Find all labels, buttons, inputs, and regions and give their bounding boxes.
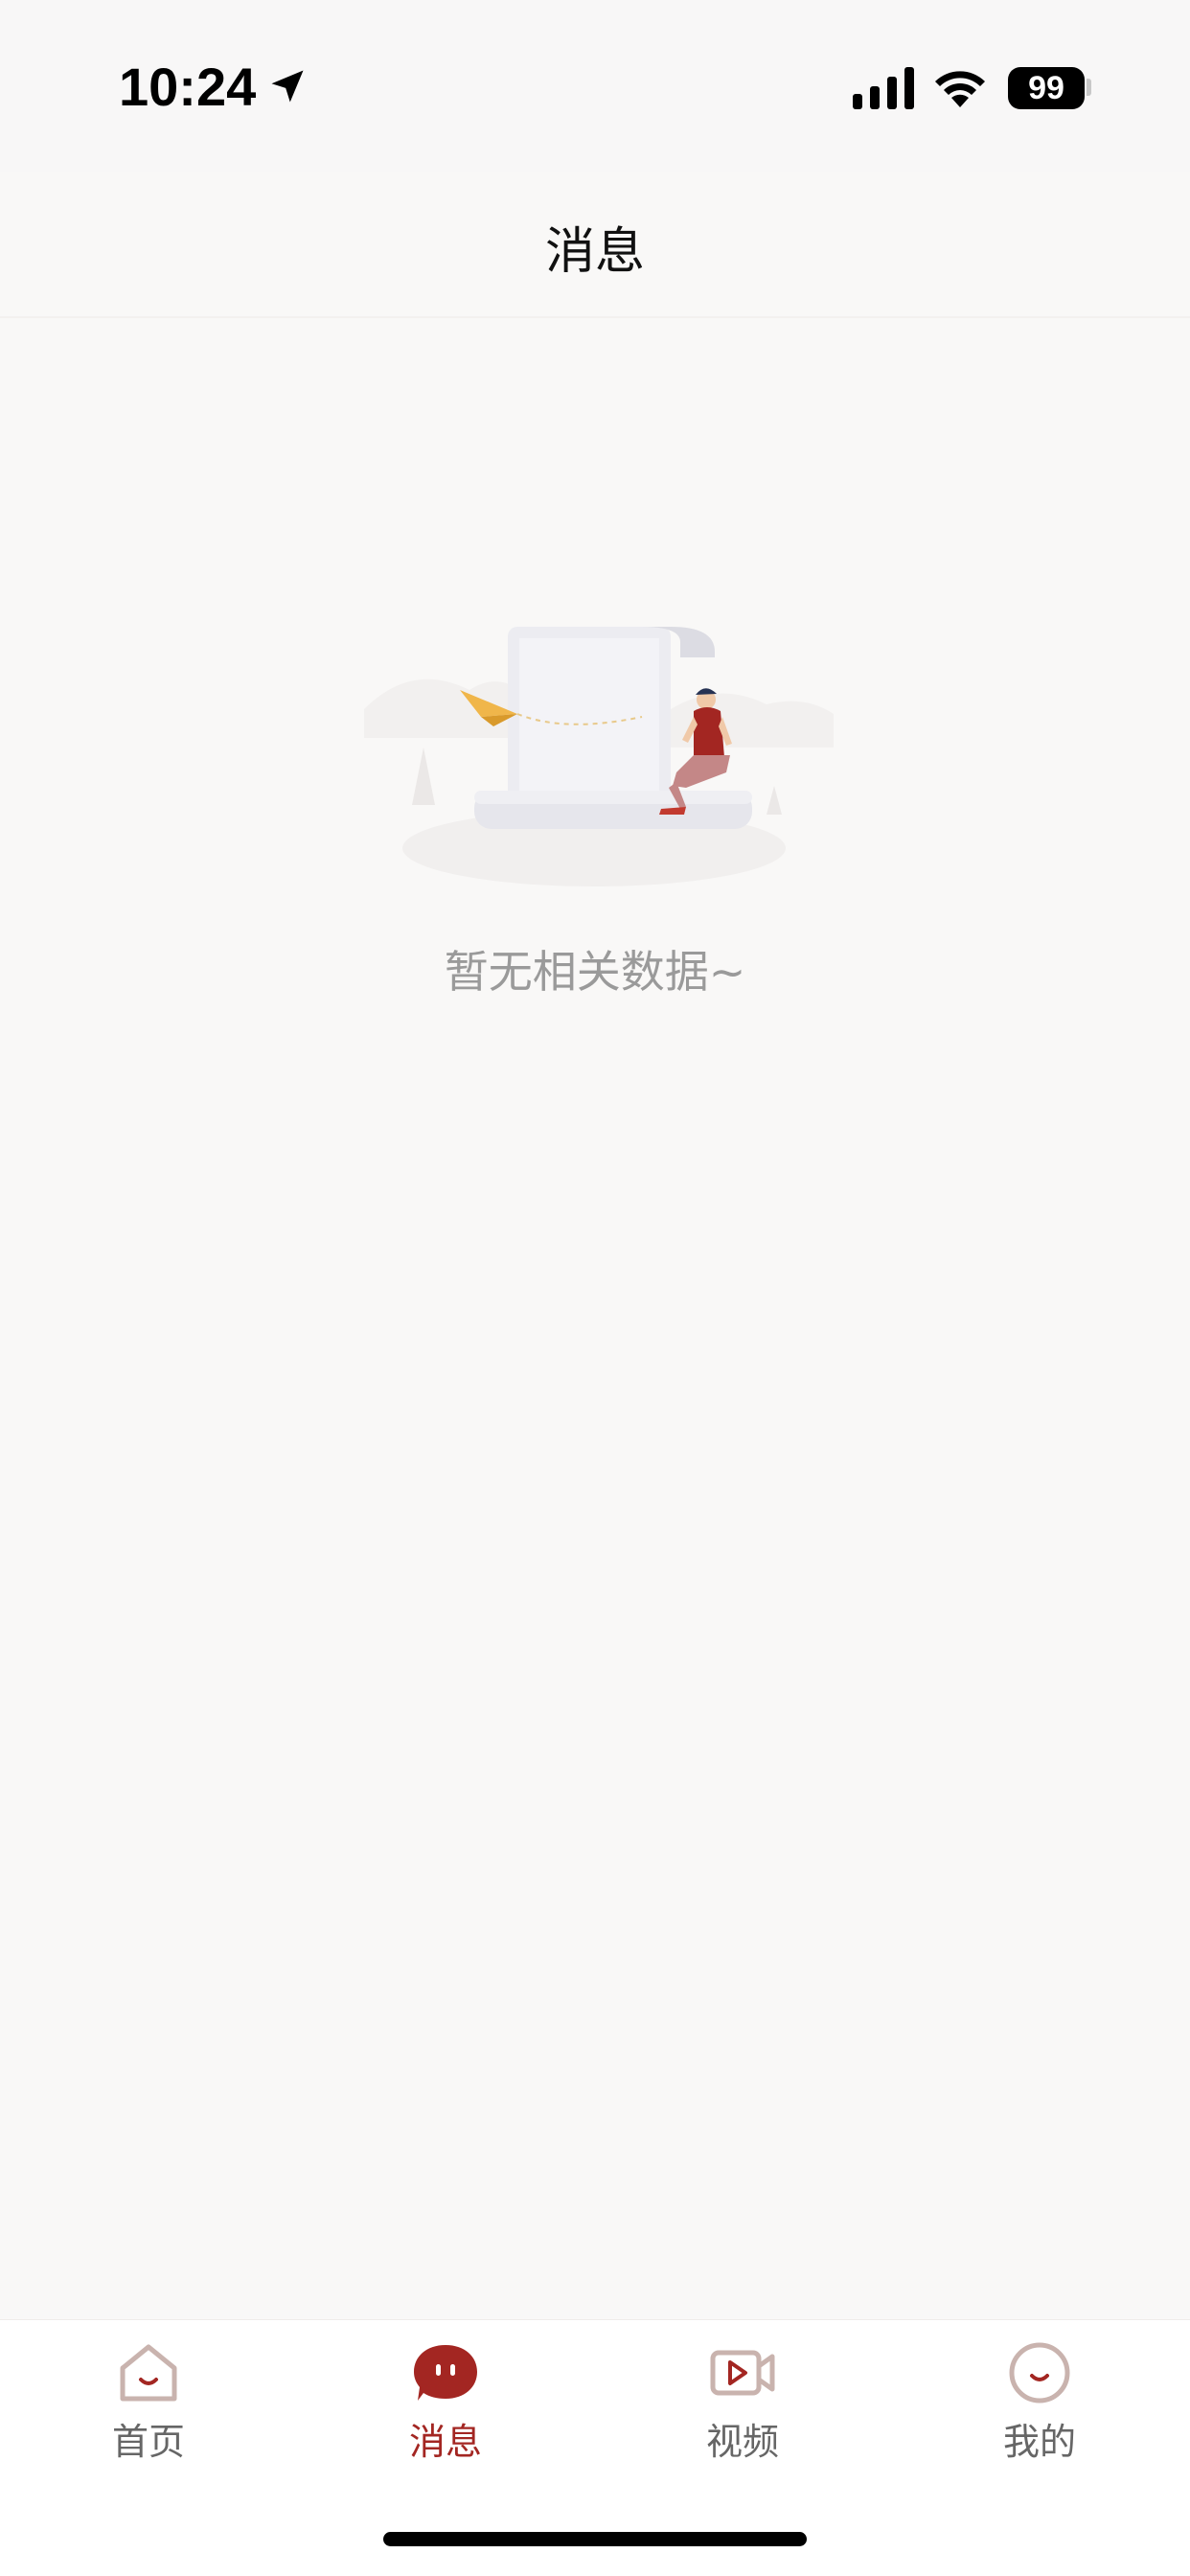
tab-messages-label: 消息 bbox=[408, 2421, 482, 2463]
cellular-signal-icon bbox=[853, 67, 914, 109]
wifi-icon bbox=[935, 71, 985, 107]
messages-screen: 10:24 99 消息 暂无相关数据~ 首页 消息 视频 我的 bbox=[0, 0, 1190, 2576]
location-arrow-icon bbox=[271, 70, 304, 103]
tab-messages[interactable]: 消息 bbox=[297, 2339, 594, 2483]
status-bar: 10:24 99 bbox=[0, 0, 1190, 172]
status-time: 10:24 bbox=[119, 57, 257, 117]
tab-home[interactable]: 首页 bbox=[0, 2339, 297, 2483]
header-divider bbox=[0, 316, 1190, 318]
tab-video-label: 视频 bbox=[705, 2421, 779, 2463]
empty-document-illustration bbox=[364, 627, 834, 886]
home-icon bbox=[120, 2344, 177, 2402]
smile-face-icon bbox=[1009, 2342, 1070, 2404]
tab-home-label: 首页 bbox=[111, 2421, 185, 2463]
empty-state-text: 暂无相关数据~ bbox=[444, 946, 746, 998]
tab-video[interactable]: 视频 bbox=[594, 2339, 891, 2483]
tab-mine-label: 我的 bbox=[1002, 2421, 1076, 2463]
tab-mine[interactable]: 我的 bbox=[891, 2339, 1188, 2483]
battery-cap bbox=[1087, 79, 1091, 96]
page-title: 消息 bbox=[544, 223, 645, 281]
battery-icon: 99 bbox=[1008, 67, 1085, 109]
video-camera-icon bbox=[710, 2350, 775, 2396]
message-bubble-icon bbox=[414, 2345, 477, 2401]
home-indicator[interactable] bbox=[383, 2532, 807, 2546]
